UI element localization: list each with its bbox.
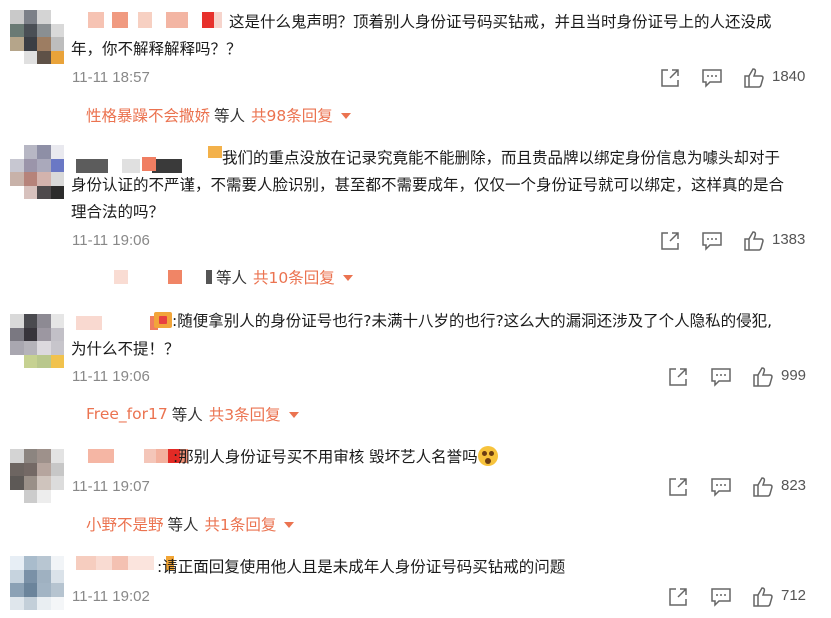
shocked-emoji-icon [477, 446, 498, 466]
comment-actions: 823 [0, 476, 831, 498]
reply-count[interactable]: 共10条回复 [253, 266, 335, 288]
thumbs-up-icon[interactable] [752, 366, 774, 388]
comment-item: 我们的重点没放在记录究竟能不能删除，而且贵品牌以绑定身份信息为噱头却对于 身份认… [0, 135, 831, 295]
reply-user[interactable]: 小野不是野 [86, 513, 164, 535]
username[interactable] [76, 316, 158, 330]
comment-actions: 999 [0, 366, 831, 388]
avatar[interactable] [10, 145, 64, 199]
reply-others-label: 等人 [214, 107, 246, 125]
reply-summary[interactable]: Free_for17 等人 共3条回复 [86, 403, 299, 425]
reply-count[interactable]: 共1条回复 [205, 513, 277, 535]
comment-text: 身份认证的不严谨，不需要人脸识别，甚至都不需要成年，仅仅一个身份证号就可以绑定，… [71, 176, 785, 194]
caret-down-icon[interactable] [288, 412, 299, 418]
reply-others-label: 等人 [216, 269, 248, 287]
comment-actions: 712 [0, 586, 831, 608]
comment-icon[interactable] [701, 230, 723, 252]
comment-text: 为什么不提！？ [71, 340, 180, 358]
thumbs-up-icon[interactable] [743, 230, 765, 252]
comment-icon[interactable] [710, 476, 732, 498]
comment-item: 这是什么鬼声明？顶着别人身份证号码买钻戒，并且当时身份证号上的人还没成 年，你不… [0, 0, 831, 130]
reply-user-mosaic[interactable] [114, 270, 212, 284]
caret-down-icon[interactable] [342, 275, 353, 281]
reply-count[interactable]: 共98条回复 [251, 104, 333, 126]
like-count: 1840 [772, 68, 806, 85]
user-badge-icon [154, 312, 172, 328]
reply-others-label: 等人 [167, 516, 199, 534]
avatar[interactable] [10, 10, 64, 64]
reply-user[interactable]: 性格暴躁不会撒娇 [86, 104, 210, 126]
share-icon[interactable] [668, 476, 688, 498]
caret-down-icon[interactable] [284, 522, 295, 528]
comment-text: 理合法的吗？ [71, 203, 165, 221]
comment-icon[interactable] [701, 67, 723, 89]
reply-summary[interactable]: 性格暴躁不会撒娇 等人 共98条回复 [86, 104, 351, 126]
comment-text-line: :那别人身份证号买不用审核 毁坏艺人名誉吗 [173, 448, 478, 466]
share-icon[interactable] [660, 230, 680, 252]
comment-text: :那别人身份证号买不用审核 毁坏艺人名誉吗 [173, 444, 498, 471]
username[interactable] [76, 159, 182, 173]
comment-item: :那别人身份证号买不用审核 毁坏艺人名誉吗 11-11 19:07 823 小野… [0, 437, 831, 542]
comment-text: 我们的重点没放在记录究竟能不能删除，而且贵品牌以绑定身份信息为噱头却对于 [222, 149, 781, 167]
comment-item: :请正面回复使用他人且是未成年人身份证号码买钻戒的问题 11-11 19:02 … [0, 548, 831, 618]
avatar[interactable] [10, 314, 64, 368]
comment-text: 这是什么鬼声明？顶着别人身份证号码买钻戒，并且当时身份证号上的人还没成 [229, 13, 772, 31]
thumbs-up-icon[interactable] [752, 586, 774, 608]
like-count: 1383 [772, 231, 806, 248]
user-badge-icon [208, 146, 222, 158]
share-icon[interactable] [668, 366, 688, 388]
comment-icon[interactable] [710, 586, 732, 608]
comment-item: :随便拿别人的身份证号也行?未满十八岁的也行?这么大的漏洞还涉及了个人隐私的侵犯… [0, 300, 831, 430]
reply-user[interactable]: Free_for17 [86, 405, 168, 423]
reply-count[interactable]: 共3条回复 [209, 403, 281, 425]
like-count: 823 [781, 477, 807, 494]
comment-text: :请正面回复使用他人且是未成年人身份证号码买钻戒的问题 [157, 558, 566, 576]
like-count: 999 [781, 367, 807, 384]
reply-summary[interactable]: 等人 共10条回复 [114, 266, 353, 288]
comment-text: :随便拿别人的身份证号也行?未满十八岁的也行?这么大的漏洞还涉及了个人隐私的侵犯… [154, 308, 772, 335]
username-badge [142, 157, 156, 171]
thumbs-up-icon[interactable] [752, 476, 774, 498]
comment-icon[interactable] [710, 366, 732, 388]
thumbs-up-icon[interactable] [743, 67, 765, 89]
caret-down-icon[interactable] [340, 113, 351, 119]
reply-summary[interactable]: 小野不是野 等人 共1条回复 [86, 513, 295, 535]
comment-text: 年，你不解释解释吗？？ [71, 40, 242, 58]
comment-actions: 1840 [0, 67, 831, 89]
like-count: 712 [781, 587, 807, 604]
share-icon[interactable] [668, 586, 688, 608]
username[interactable] [88, 12, 222, 28]
reply-others-label: 等人 [171, 406, 203, 424]
comment-text-line: :随便拿别人的身份证号也行?未满十八岁的也行?这么大的漏洞还涉及了个人隐私的侵犯… [172, 312, 773, 330]
comment-actions: 1383 [0, 230, 831, 252]
share-icon[interactable] [660, 67, 680, 89]
